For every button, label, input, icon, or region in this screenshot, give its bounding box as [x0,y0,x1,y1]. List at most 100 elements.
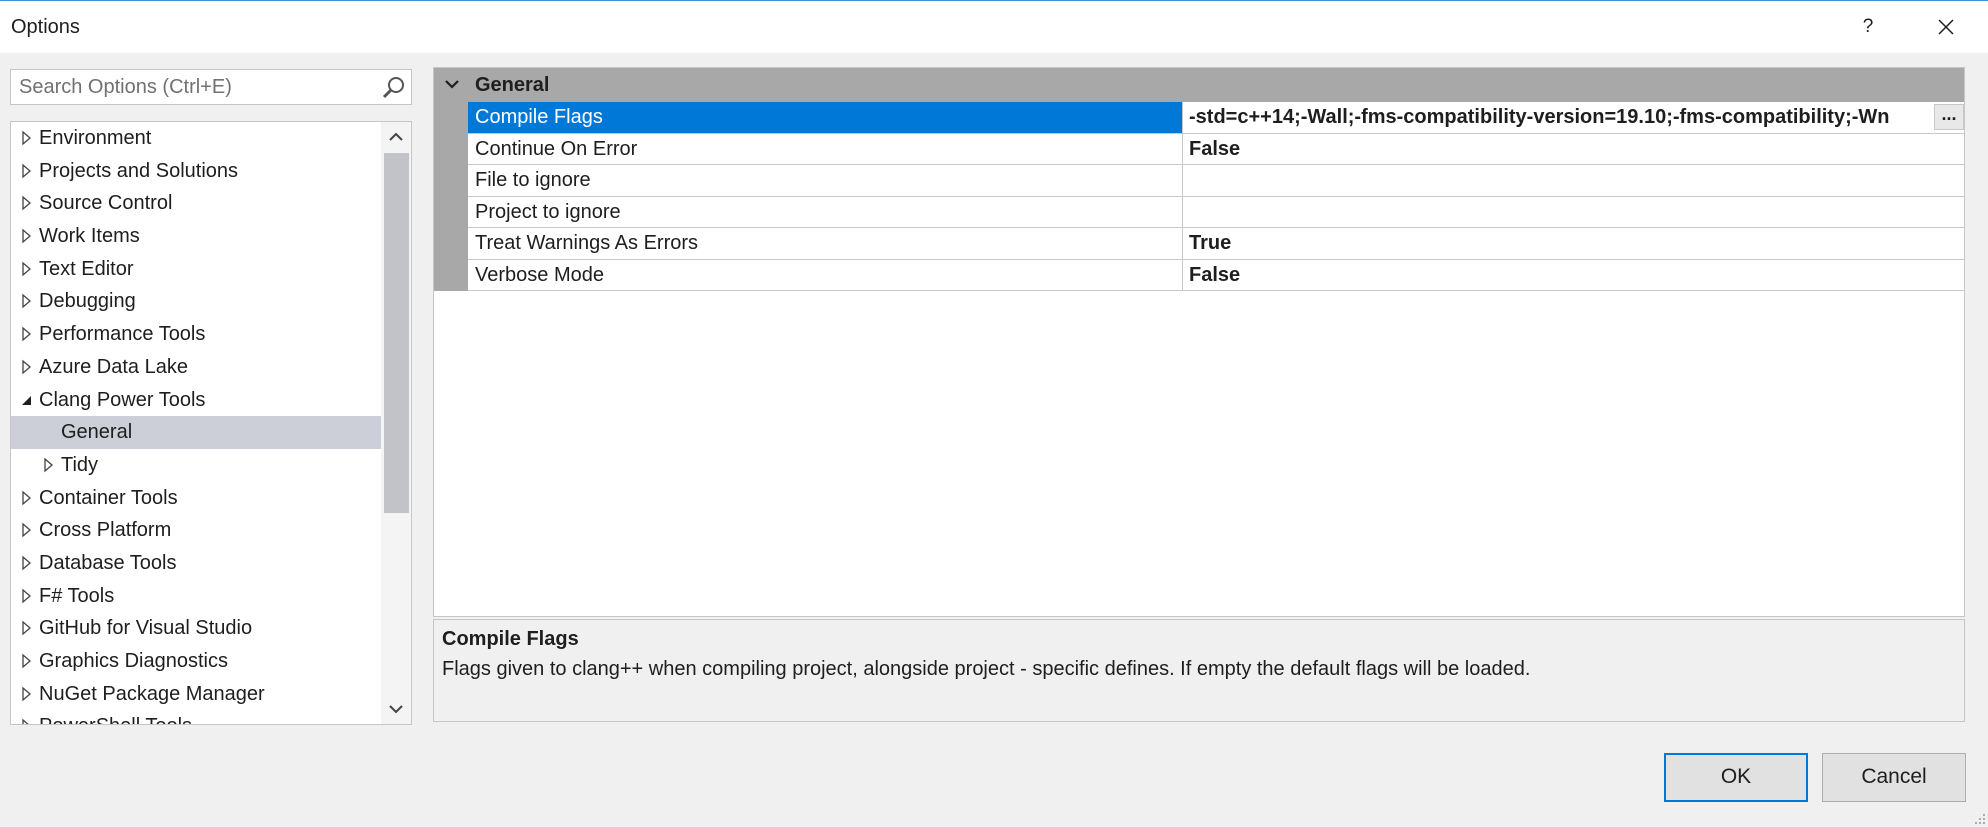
tree-item[interactable]: Environment [11,122,381,155]
tree-item-label: Text Editor [39,257,134,280]
tree-item-label: Projects and Solutions [39,159,239,182]
tree-item-label: Cross Platform [39,519,172,542]
tree-item[interactable]: GitHub for Visual Studio [11,612,381,645]
collapsed-arrow-icon[interactable] [20,155,34,187]
collapsed-arrow-icon[interactable] [20,351,34,383]
tree-item[interactable]: Azure Data Lake [11,351,381,384]
property-value[interactable]: -std=c++14;-Wall;-fms-compatibility-vers… [1184,102,1964,133]
tree-item[interactable]: Graphics Diagnostics [11,645,381,678]
tree-scrollbar[interactable] [381,122,411,724]
help-button[interactable]: ? [1850,11,1886,43]
tree-item-label: Clang Power Tools [39,388,206,411]
property-value[interactable]: True [1184,228,1964,259]
chevron-down-icon [389,705,403,714]
tree-item[interactable]: Projects and Solutions [11,155,381,188]
tree-item[interactable]: Performance Tools [11,318,381,351]
expanded-arrow-icon[interactable] [20,384,34,416]
cancel-button[interactable]: Cancel [1822,753,1966,802]
property-name[interactable]: Compile Flags [468,102,1183,133]
tree-item[interactable]: Debugging [11,285,381,318]
property-grid: General Compile Flags -std=c++14;-Wall;-f… [433,67,1965,617]
chevron-up-icon [389,132,403,141]
resize-grip-icon[interactable] [1972,811,1986,825]
tree-item-label: F# Tools [39,584,115,607]
property-row[interactable]: Treat Warnings As Errors True [468,228,1964,260]
collapsed-arrow-icon[interactable] [20,122,34,154]
property-row[interactable]: Project to ignore [468,196,1964,228]
collapsed-arrow-icon[interactable] [20,514,34,546]
category-header[interactable]: General [434,68,1964,102]
tree-item-label: GitHub for Visual Studio [39,617,253,640]
grid-gutter [434,102,468,291]
description-panel: Compile Flags Flags given to clang++ whe… [433,619,1965,722]
tree-item[interactable]: Clang Power Tools [11,384,381,417]
ellipsis-button[interactable]: ... [1934,104,1964,130]
property-value[interactable] [1184,197,1964,228]
property-name[interactable]: Continue On Error [468,133,1183,164]
property-row[interactable]: Verbose Mode False [468,259,1964,291]
tree-item-label: Source Control [39,192,173,215]
collapsed-arrow-icon[interactable] [20,285,34,317]
property-name[interactable]: Project to ignore [468,196,1183,227]
chevron-down-icon[interactable] [444,77,460,91]
property-row[interactable]: File to ignore [468,165,1964,197]
property-value-text: False [1189,137,1241,160]
tree-item-label: Environment [39,127,152,149]
tree-item[interactable]: PowerShell Tools [11,710,381,725]
property-value[interactable]: False [1184,260,1964,291]
scroll-up-button[interactable] [381,122,411,152]
options-tree: Environment Projects and Solutions Source … [10,121,412,725]
collapsed-arrow-icon[interactable] [20,547,34,579]
collapsed-arrow-icon[interactable] [20,318,34,350]
tree-item[interactable]: Text Editor [11,253,381,286]
collapsed-arrow-icon[interactable] [20,645,34,677]
tree-item-label: NuGet Package Manager [39,682,265,705]
property-name[interactable]: Verbose Mode [468,259,1183,290]
window-title: Options [11,16,80,38]
collapsed-arrow-icon[interactable] [20,482,34,514]
tree-list: Environment Projects and Solutions Source … [11,122,381,725]
tree-item[interactable]: Tidy [11,449,381,482]
property-value-text: True [1189,232,1232,254]
search-icon[interactable] [381,75,407,101]
tree-item[interactable]: Cross Platform [11,514,381,547]
tree-item[interactable]: Database Tools [11,547,381,580]
property-row[interactable]: Compile Flags -std=c++14;-Wall;-fms-compa… [468,102,1964,134]
scroll-down-button[interactable] [381,694,411,724]
title-bar: Options ? [0,1,1988,53]
search-input[interactable] [11,70,371,104]
tree-item-label: Debugging [39,290,136,313]
collapsed-arrow-icon[interactable] [20,580,34,612]
collapsed-arrow-icon[interactable] [20,710,34,725]
property-name[interactable]: Treat Warnings As Errors [468,228,1183,259]
tree-item[interactable]: General [11,416,381,449]
tree-item[interactable]: F# Tools [11,580,381,613]
tree-item[interactable]: Source Control [11,187,381,220]
collapsed-arrow-icon[interactable] [20,612,34,644]
property-row[interactable]: Continue On Error False [468,133,1964,165]
tree-item-label: Database Tools [39,551,177,574]
tree-item-label: Graphics Diagnostics [39,650,228,672]
tree-item-label: Tidy [61,453,99,476]
property-value-text: -std=c++14;-Wall;-fms-compatibility-vers… [1189,106,1890,128]
scroll-thumb[interactable] [384,153,409,513]
property-name[interactable]: File to ignore [468,165,1183,196]
tree-item[interactable]: Work Items [11,220,381,253]
tree-item-label: Container Tools [39,486,178,509]
description-title: Compile Flags [442,628,579,650]
tree-item-label: Performance Tools [39,323,206,346]
collapsed-arrow-icon[interactable] [20,678,34,710]
ok-button[interactable]: OK [1664,753,1808,802]
property-value[interactable] [1184,165,1964,196]
tree-item[interactable]: Container Tools [11,482,381,515]
tree-item-label: PowerShell Tools [39,710,192,724]
tree-item-label: Work Items [39,225,140,248]
tree-item[interactable]: NuGet Package Manager [11,678,381,711]
tree-item-label: Azure Data Lake [39,355,188,378]
collapsed-arrow-icon[interactable] [42,449,56,481]
close-button[interactable] [1928,11,1964,43]
collapsed-arrow-icon[interactable] [20,187,34,219]
property-value[interactable]: False [1184,134,1964,165]
collapsed-arrow-icon[interactable] [20,220,34,252]
collapsed-arrow-icon[interactable] [20,253,34,285]
